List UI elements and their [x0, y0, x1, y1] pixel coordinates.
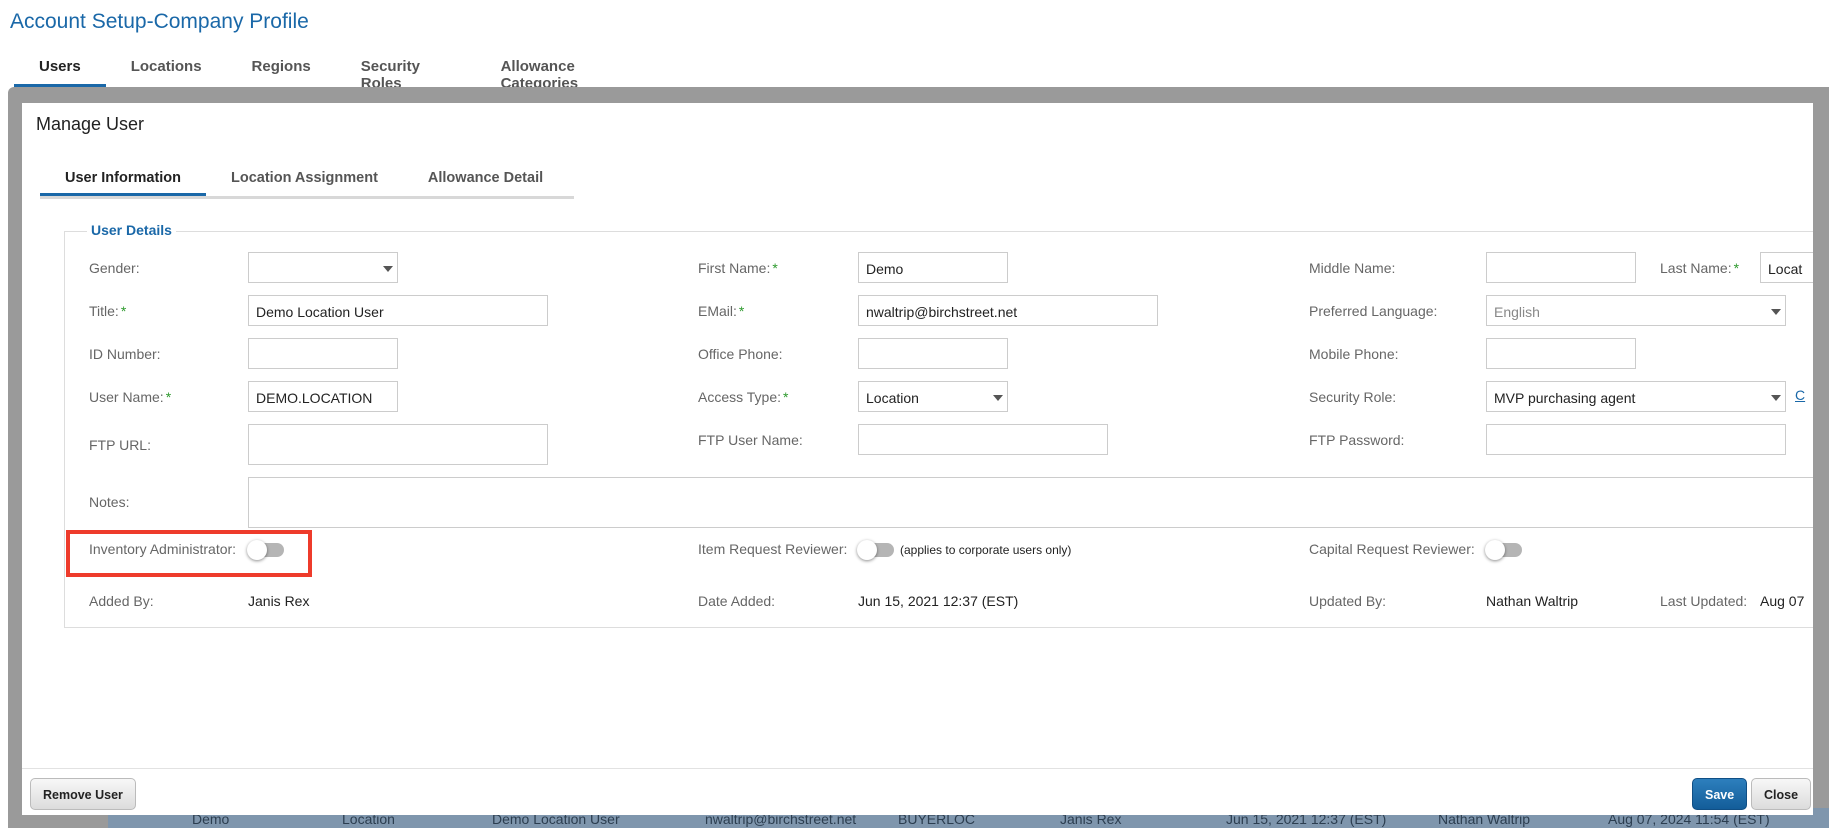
capital-request-reviewer-label: Capital Request Reviewer: — [1309, 541, 1475, 557]
user-name-label: User Name: * — [89, 389, 172, 405]
ftp-password-input[interactable] — [1486, 424, 1786, 455]
last-updated-value: Aug 07 — [1760, 593, 1805, 609]
capital-request-reviewer-toggle[interactable] — [1485, 540, 1522, 560]
title-input[interactable]: Demo Location User — [248, 295, 548, 326]
tab-allowance-detail[interactable]: Allowance Detail — [403, 158, 568, 196]
ftp-password-label: FTP Password: — [1309, 432, 1405, 448]
user-details-legend: User Details — [87, 222, 176, 238]
close-button[interactable]: Close — [1751, 778, 1812, 810]
first-name-input[interactable]: Demo — [858, 252, 1008, 283]
notes-label: Notes: — [89, 494, 130, 510]
date-added-value: Jun 15, 2021 12:37 (EST) — [858, 593, 1019, 609]
security-role-link[interactable]: C — [1795, 387, 1805, 403]
last-name-label: Last Name: * — [1660, 260, 1740, 276]
date-added-label: Date Added: — [698, 593, 776, 609]
id-number-input[interactable] — [248, 338, 398, 369]
updated-by-value: Nathan Waltrip — [1486, 593, 1579, 609]
tab-location-assignment[interactable]: Location Assignment — [206, 158, 403, 196]
last-updated-label: Last Updated: — [1660, 593, 1748, 609]
manage-user-modal: Manage User User Information Location As… — [22, 103, 1813, 815]
last-name-input[interactable]: Locat — [1760, 252, 1813, 283]
gender-select[interactable] — [248, 252, 398, 283]
chevron-down-icon — [1771, 309, 1781, 315]
preferred-language-label: Preferred Language: — [1309, 303, 1438, 319]
added-by-label: Added By: — [89, 593, 154, 609]
first-name-label: First Name: * — [698, 260, 778, 276]
added-by-value: Janis Rex — [248, 593, 310, 609]
ftp-url-label: FTP URL: — [89, 437, 151, 453]
access-type-label: Access Type: * — [698, 389, 789, 405]
security-role-label: Security Role: — [1309, 389, 1397, 405]
mobile-phone-input[interactable] — [1486, 338, 1636, 369]
chevron-down-icon — [993, 395, 1003, 401]
preferred-language-select[interactable]: English — [1486, 295, 1786, 326]
item-request-reviewer-label: Item Request Reviewer: — [698, 541, 848, 557]
tab-locations[interactable]: Locations — [106, 50, 227, 87]
modal-footer: Remove User Save Close — [22, 768, 1813, 815]
office-phone-input[interactable] — [858, 338, 1008, 369]
id-number-label: ID Number: — [89, 346, 161, 362]
middle-name-label: Middle Name: — [1309, 260, 1396, 276]
tab-regions[interactable]: Regions — [227, 50, 336, 87]
ftp-user-name-input[interactable] — [858, 424, 1108, 455]
user-name-input[interactable]: DEMO.LOCATION — [248, 381, 398, 412]
tab-users[interactable]: Users — [14, 50, 106, 87]
ftp-user-name-label: FTP User Name: — [698, 432, 803, 448]
notes-textarea[interactable] — [248, 477, 1813, 528]
tab-security-roles[interactable]: Security Roles — [336, 50, 476, 92]
ftp-url-input[interactable] — [248, 424, 548, 465]
tab-allowance-categories[interactable]: Allowance Categories — [476, 50, 660, 92]
middle-name-input[interactable] — [1486, 252, 1636, 283]
office-phone-label: Office Phone: — [698, 346, 783, 362]
item-request-reviewer-note: (applies to corporate users only) — [900, 543, 1072, 557]
remove-user-button[interactable]: Remove User — [30, 778, 136, 810]
title-label: Title: * — [89, 303, 127, 319]
page-title: Account Setup-Company Profile — [10, 10, 309, 33]
modal-tab-bar: User Information Location Assignment All… — [40, 158, 574, 199]
top-tab-bar: Users Locations Regions Security Roles A… — [14, 50, 660, 92]
security-role-select[interactable]: MVP purchasing agent — [1486, 381, 1786, 412]
save-button[interactable]: Save — [1692, 778, 1748, 810]
updated-by-label: Updated By: — [1309, 593, 1387, 609]
item-request-reviewer-toggle[interactable] — [857, 540, 894, 560]
chevron-down-icon — [1771, 395, 1781, 401]
email-input[interactable]: nwaltrip@birchstreet.net — [858, 295, 1158, 326]
gender-label: Gender: — [89, 260, 140, 276]
annotation-highlight-box — [66, 530, 312, 577]
mobile-phone-label: Mobile Phone: — [1309, 346, 1399, 362]
access-type-select[interactable]: Location — [858, 381, 1008, 412]
email-label: EMail: * — [698, 303, 745, 319]
modal-title: Manage User — [36, 114, 145, 134]
tab-user-information[interactable]: User Information — [40, 158, 207, 196]
chevron-down-icon — [383, 266, 393, 272]
